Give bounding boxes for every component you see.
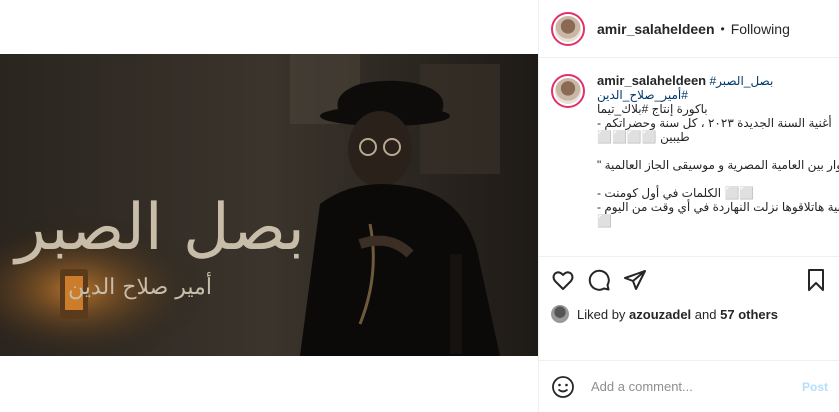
caption-line: " حوار بين العامية المصرية و موسيقى الجا… [597, 158, 839, 172]
comment-bar: Add a comment... Post [539, 360, 839, 412]
caption-username[interactable]: amir_salaheldeen [597, 73, 706, 88]
caption-line: ⬜⬜ الكلمات في أول كومنت - [597, 186, 755, 200]
post-comment-button[interactable]: Post [802, 380, 828, 394]
comment-input[interactable]: Add a comment... [591, 379, 802, 394]
following-button[interactable]: Following [731, 21, 790, 37]
caption-line: ⬜ [597, 214, 612, 228]
caption-line: طيبين ⬜⬜⬜⬜ [597, 130, 690, 144]
media-title-text: بصل الصبر [12, 191, 305, 265]
emoji-icon[interactable] [551, 375, 575, 399]
bookmark-icon[interactable] [804, 268, 828, 292]
post-image[interactable]: بصل الصبر أمير صلاح الدين [0, 54, 538, 356]
post-image-art: بصل الصبر أمير صلاح الدين [0, 54, 538, 356]
caption-area: amir_salaheldeen #بصل_الصبر #أمير_صلاح_ا… [539, 66, 839, 256]
hashtag-link[interactable]: #بصل_الصبر [709, 74, 773, 88]
header-username[interactable]: amir_salaheldeen [597, 21, 715, 37]
caption-line: باكورة إنتاج #بلاك_تيما [597, 102, 708, 116]
caption-line: الأغنية هاتلاقوها نزلت النهاردة في أي وق… [597, 200, 839, 214]
heart-icon[interactable] [551, 268, 575, 292]
post-side-panel: amir_salaheldeen • Following amir_salahe… [538, 0, 839, 412]
caption-line [597, 172, 839, 186]
avatar[interactable] [551, 11, 585, 46]
comment-icon[interactable] [587, 268, 611, 292]
hashtag-link[interactable]: #أمير_صلاح_الدين [597, 88, 839, 102]
liker-avatar[interactable] [551, 305, 569, 323]
post-dialog: بصل الصبر أمير صلاح الدين amir_salahelde… [0, 0, 839, 412]
share-icon[interactable] [623, 268, 647, 292]
action-bar [539, 256, 839, 302]
separator-dot: • [720, 21, 725, 36]
caption-text: amir_salaheldeen #بصل_الصبر #أمير_صلاح_ا… [597, 73, 839, 229]
caption-line: أغنية السنة الجديدة ٢٠٢٣ ، كل سنة وحضرات… [597, 116, 832, 130]
likes-prefix: Liked by [577, 306, 626, 322]
likes-summary: Liked by azouzadel and 57 others [551, 305, 778, 323]
liker-username[interactable]: azouzadel [629, 307, 691, 322]
media-artist-text: أمير صلاح الدين [68, 271, 212, 300]
caption-avatar[interactable] [551, 74, 585, 108]
likes-and: and [694, 306, 717, 322]
likes-others-link[interactable]: 57 others [720, 307, 778, 322]
post-header: amir_salaheldeen • Following [539, 0, 839, 58]
caption-line [597, 144, 839, 158]
